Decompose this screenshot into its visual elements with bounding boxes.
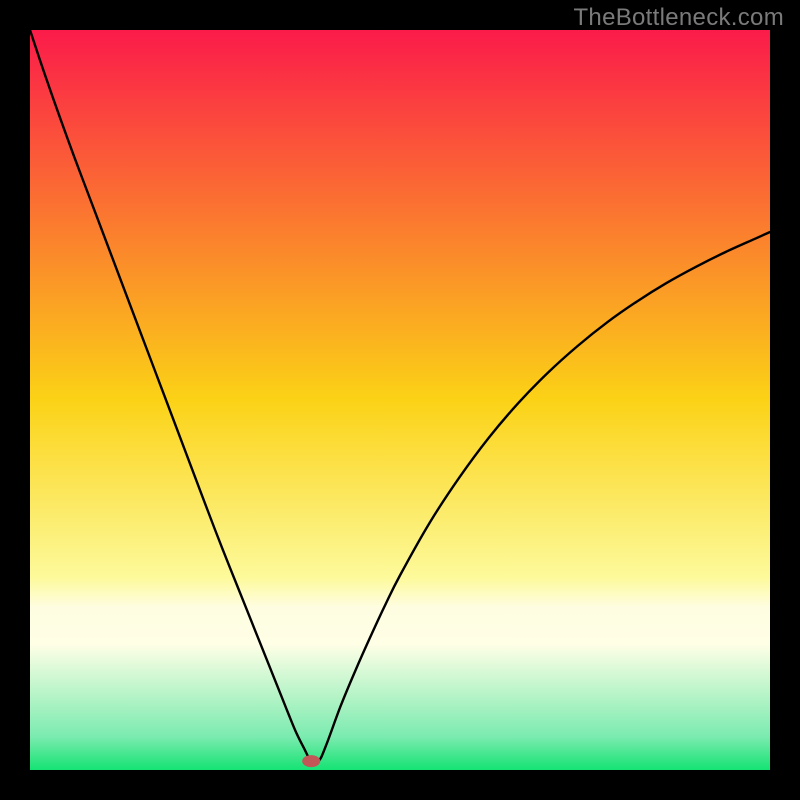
chart-frame: TheBottleneck.com: [0, 0, 800, 800]
watermark-label: TheBottleneck.com: [573, 4, 784, 32]
optimal-point-marker: [302, 755, 320, 767]
plot-wrapper: [30, 30, 770, 770]
gradient-background: [30, 30, 770, 770]
bottleneck-chart: [30, 30, 770, 770]
